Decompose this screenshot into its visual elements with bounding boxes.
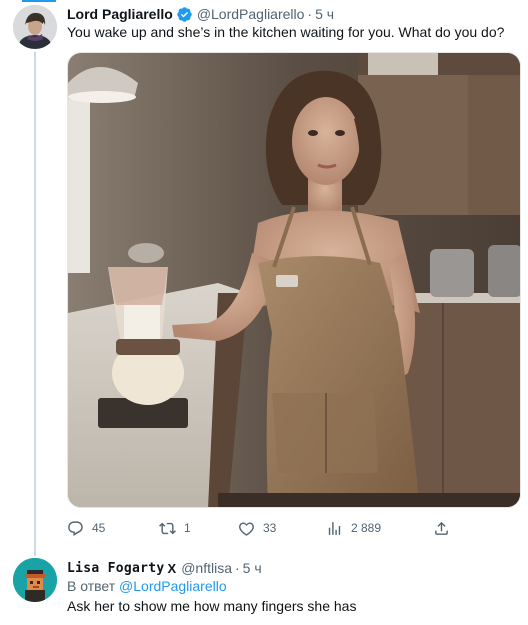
reply-timestamp[interactable]: 5 ч	[243, 560, 262, 576]
reply-button[interactable]: 45	[67, 516, 105, 540]
views-chart-icon	[328, 521, 341, 535]
author-handle[interactable]: @LordPagliarello	[197, 6, 305, 22]
retweet-icon	[159, 522, 176, 534]
separator-dot: ·	[307, 6, 313, 22]
share-icon	[435, 521, 448, 535]
replying-to-label: В ответ	[67, 578, 116, 594]
view-count: 2 889	[351, 521, 382, 535]
reply-text: Ask her to show me how many fingers she …	[67, 598, 357, 614]
reply-icon	[68, 520, 83, 536]
thread-line	[34, 52, 36, 556]
verified-badge-icon	[176, 6, 193, 23]
like-count: 33	[263, 521, 277, 535]
tweet-photo[interactable]	[67, 52, 521, 508]
tweet-timestamp[interactable]: 5 ч	[315, 6, 334, 22]
retweet-count: 1	[184, 521, 191, 535]
reply-count: 45	[92, 521, 106, 535]
tweet-actions: 45 1 33 2 889	[67, 516, 521, 540]
author-avatar[interactable]	[13, 5, 57, 49]
replying-to-line: В ответ @LordPagliarello	[67, 578, 227, 594]
replying-to-mention[interactable]: @LordPagliarello	[119, 578, 227, 594]
reply-author-name[interactable]: Lisa Fogarty	[67, 561, 165, 576]
author-name[interactable]: Lord Pagliarello	[67, 6, 173, 22]
share-button[interactable]	[433, 516, 450, 540]
tweet-header: Lord Pagliarello @LordPagliarello · 5 ч	[67, 4, 334, 24]
reply-author-handle[interactable]: @nftlisa	[181, 560, 232, 576]
reply-author-avatar[interactable]	[13, 558, 57, 602]
tweet-text: You wake up and she’s in the kitchen wai…	[67, 24, 505, 40]
reply-header: Lisa Fogarty X @nftlisa · 5 ч	[67, 558, 262, 578]
views-button[interactable]: 2 889	[326, 516, 381, 540]
separator-dot: ·	[235, 560, 240, 576]
tweet[interactable]: Lord Pagliarello @LordPagliarello · 5 ч …	[0, 0, 528, 556]
heart-icon	[239, 521, 254, 536]
retweet-button[interactable]: 1	[159, 516, 191, 540]
x-icon: X	[167, 560, 177, 576]
like-button[interactable]: 33	[238, 516, 276, 540]
reply-tweet[interactable]: Lisa Fogarty X @nftlisa · 5 ч В ответ @L…	[0, 552, 528, 625]
